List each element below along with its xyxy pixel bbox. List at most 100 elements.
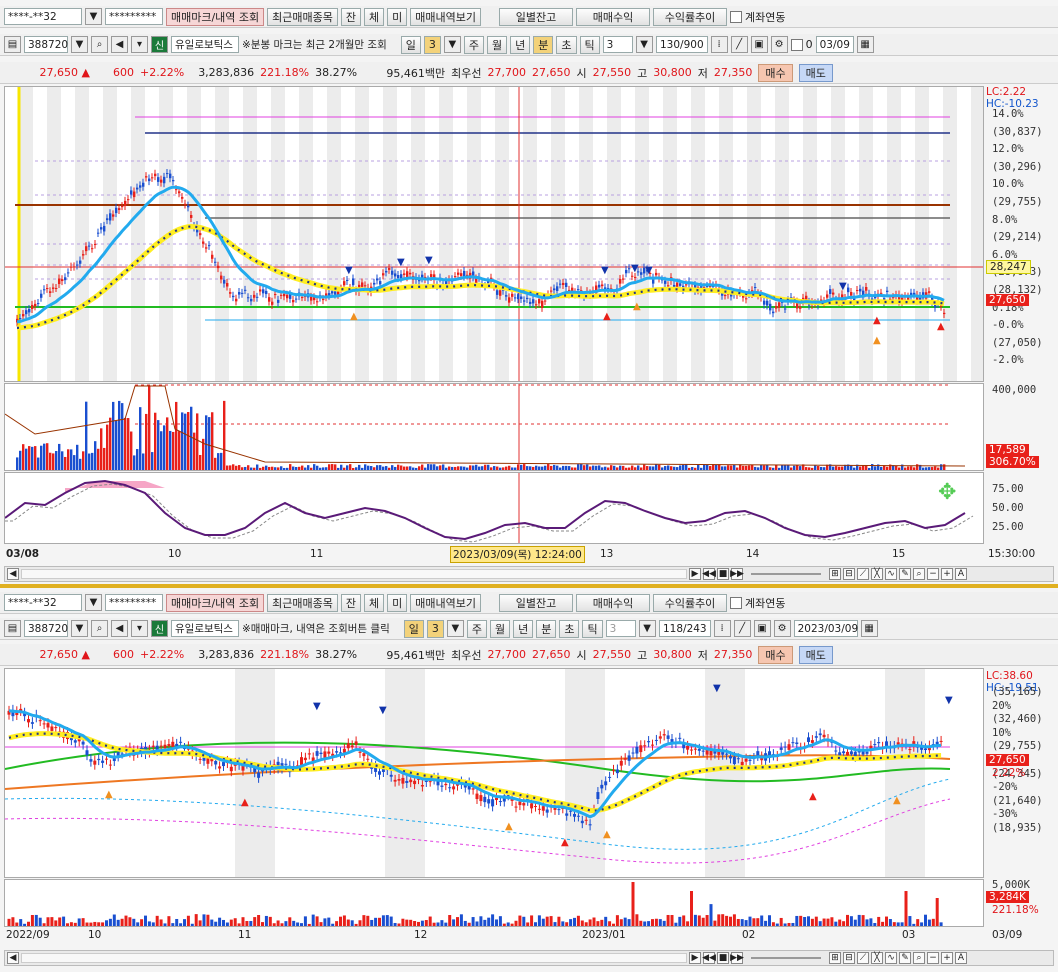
split-icon[interactable]: ⊟ [843, 568, 855, 580]
scroll-left-icon[interactable]: ◀ [7, 568, 19, 580]
account-link-checkbox[interactable] [730, 10, 743, 23]
buy-button[interactable]: 매수 [758, 63, 793, 82]
stock-code-input-2[interactable]: 388720 [24, 620, 68, 637]
list-dropdown-icon[interactable]: ▾ [131, 36, 148, 53]
search-icon-2[interactable]: ⌕ [91, 620, 108, 637]
auto-scale-icon-2[interactable]: A [955, 952, 967, 964]
zoom-slider-2[interactable] [751, 957, 821, 959]
interval-select-2[interactable]: 3 [605, 620, 636, 637]
scroll-left-icon-2[interactable]: ◀ [7, 952, 19, 964]
daily-balance-button-2[interactable]: 일별잔고 [499, 593, 574, 612]
calendar-icon-2[interactable]: ▦ [860, 620, 878, 637]
trade-profit-button-2[interactable]: 매매수익 [576, 593, 651, 612]
tab-unfilled-2[interactable]: 미 [387, 593, 408, 612]
zoom-slider[interactable] [751, 573, 821, 575]
period-day-count[interactable]: 3 [423, 35, 441, 54]
zoom-icon-2[interactable]: ⌕ [913, 952, 925, 964]
stock-code-input[interactable]: 388720 [24, 36, 68, 53]
account-select[interactable]: ****-**32 [4, 8, 82, 25]
period-second[interactable]: 초 [556, 35, 577, 54]
tab-recent-stocks-2[interactable]: 최근매매종목 [267, 593, 338, 612]
interval-dropdown-icon[interactable]: ▼ [635, 36, 653, 53]
auto-scale-icon[interactable]: A [955, 568, 967, 580]
stop-icon-2[interactable]: ■ [717, 952, 729, 964]
zoom-icon[interactable]: ⌕ [913, 568, 925, 580]
scroll-right-icon[interactable]: ▶ [689, 568, 701, 580]
drawing-tool-icon-2[interactable]: ╱ [733, 620, 751, 637]
speaker-icon-2[interactable]: ◀ [111, 620, 128, 637]
day-count-dropdown-icon-2[interactable]: ▼ [446, 620, 464, 637]
period-week-2[interactable]: 주 [466, 619, 487, 638]
trend-icon-2[interactable]: ⟋ [857, 952, 869, 964]
sell-button[interactable]: 매도 [798, 63, 833, 82]
tab-balance-2[interactable]: 잔 [340, 593, 362, 612]
return-trend-button-2[interactable]: 수익률추이 [653, 593, 728, 612]
code-dropdown-icon-2[interactable]: ▼ [71, 620, 88, 637]
save-icon-2[interactable]: ▣ [753, 620, 771, 637]
wave-icon-2[interactable]: ∿ [885, 952, 897, 964]
volume-chart-area[interactable] [4, 383, 984, 471]
account-dropdown-icon-2[interactable]: ▼ [85, 594, 102, 611]
zoom-in-icon-2[interactable]: + [941, 952, 953, 964]
fibo-icon-2[interactable]: ╳ [871, 952, 883, 964]
oscillator-chart-area[interactable] [4, 472, 984, 544]
scroll-right-icon-2[interactable]: ▶ [689, 952, 701, 964]
password-field[interactable]: ********* [105, 8, 163, 25]
settings-gear-icon-2[interactable]: ⚙ [773, 620, 791, 637]
forward-icon-2[interactable]: ▶▶ [730, 952, 744, 964]
interval-dropdown-icon-2[interactable]: ▼ [638, 620, 656, 637]
stock-name-field-2[interactable]: 유일로보틱스 [171, 620, 239, 637]
period-tick[interactable]: 틱 [579, 35, 600, 54]
tab-filled[interactable]: 체 [364, 7, 385, 26]
interval-select[interactable]: 3 [602, 36, 633, 53]
wave-icon[interactable]: ∿ [885, 568, 897, 580]
indicator-icon[interactable]: ⁞ [710, 36, 728, 53]
settings-gear-icon[interactable]: ⚙ [770, 36, 788, 53]
period-second-2[interactable]: 초 [559, 619, 580, 638]
bar-count-field[interactable]: 130/900 [655, 36, 708, 53]
period-day[interactable]: 일 [400, 35, 421, 54]
save-icon[interactable]: ▣ [750, 36, 768, 53]
sell-button-2[interactable]: 매도 [798, 645, 833, 664]
stop-icon[interactable]: ■ [717, 568, 729, 580]
stock-name-field[interactable]: 유일로보틱스 [171, 36, 239, 53]
price-chart-area[interactable]: ▼ ▼ ▼ ▼ ▼ ▼ ▼ ▲ ▲ ▲ ▲ ▲ ▲ [4, 86, 985, 382]
chart-menu-icon[interactable]: ▤ [4, 36, 21, 53]
return-trend-button[interactable]: 수익률추이 [653, 7, 728, 26]
day-count-dropdown-icon[interactable]: ▼ [443, 36, 461, 53]
period-minute-2[interactable]: 분 [536, 619, 557, 638]
scroll-track-2[interactable] [21, 953, 687, 963]
zoom-out-icon[interactable]: − [927, 568, 939, 580]
layout-icon[interactable]: ⊞ [829, 568, 841, 580]
bar-count-field-2[interactable]: 118/243 [658, 620, 711, 637]
tab-recent-stocks[interactable]: 최근매매종목 [267, 7, 338, 26]
tab-trade-marks-2[interactable]: 매매마크/내역 조회 [166, 593, 265, 612]
period-day-count-2[interactable]: 3 [426, 619, 444, 638]
date-field[interactable]: 03/09 [815, 36, 854, 53]
search-icon[interactable]: ⌕ [91, 36, 108, 53]
period-minute[interactable]: 분 [533, 35, 554, 54]
zoom-in-icon[interactable]: + [941, 568, 953, 580]
indicator-icon-2[interactable]: ⁞ [713, 620, 731, 637]
drawing-tool-icon[interactable]: ╱ [730, 36, 748, 53]
chart-menu-icon-2[interactable]: ▤ [4, 620, 21, 637]
fibo-icon[interactable]: ╳ [871, 568, 883, 580]
tab-filled-2[interactable]: 체 [364, 593, 385, 612]
zero-checkbox[interactable] [790, 38, 803, 51]
calendar-icon[interactable]: ▦ [856, 36, 874, 53]
tab-trade-marks[interactable]: 매매마크/내역 조회 [166, 7, 265, 26]
tab-unfilled[interactable]: 미 [387, 7, 408, 26]
buy-button-2[interactable]: 매수 [758, 645, 793, 664]
list-dropdown-icon-2[interactable]: ▾ [131, 620, 148, 637]
split-icon-2[interactable]: ⊟ [843, 952, 855, 964]
move-cross-icon[interactable]: ✥ [938, 480, 956, 505]
code-dropdown-icon[interactable]: ▼ [71, 36, 88, 53]
password-field-2[interactable]: ********* [105, 594, 163, 611]
tab-balance[interactable]: 잔 [340, 7, 362, 26]
tab-trade-history-2[interactable]: 매매내역보기 [410, 593, 482, 612]
scroll-track[interactable] [21, 569, 687, 579]
period-month-2[interactable]: 월 [489, 619, 511, 638]
period-year[interactable]: 년 [510, 35, 531, 54]
speaker-icon[interactable]: ◀ [111, 36, 128, 53]
edit-icon-2[interactable]: ✎ [899, 952, 911, 964]
